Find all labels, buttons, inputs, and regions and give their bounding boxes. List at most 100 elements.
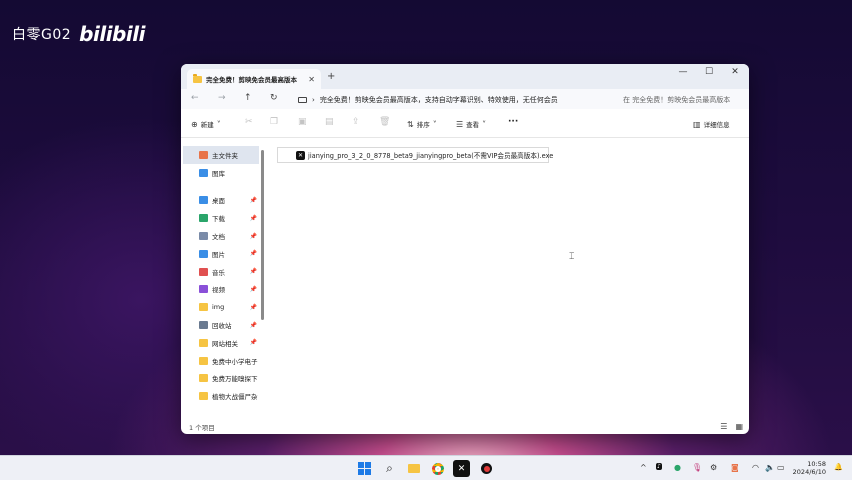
- capcut-taskbar-icon[interactable]: ✕: [453, 460, 470, 477]
- sidebar-item[interactable]: 音乐 📌: [181, 263, 261, 281]
- more-options-button[interactable]: ···: [508, 117, 518, 127]
- pin-icon[interactable]: 📌: [250, 197, 257, 204]
- forward-button[interactable]: →: [218, 93, 226, 103]
- details-pane-icon: ▥: [693, 119, 701, 129]
- navigation-pane: 主文件夹 图库 桌面 📌 下载 📌 文档 📌 图片 📌 音乐 📌 视频 📌 img 📌 回收站 📌 网站相关 📌 免费中…: [181, 144, 261, 420]
- computer-icon: [298, 96, 307, 103]
- chrome-taskbar-icon[interactable]: [429, 460, 446, 477]
- document-icon: [199, 232, 208, 241]
- pin-icon[interactable]: 📌: [250, 304, 257, 311]
- pin-icon[interactable]: 📌: [250, 233, 257, 240]
- sidebar-item[interactable]: 免费万能嗅探下: [181, 370, 261, 388]
- wifi-icon[interactable]: ◠: [752, 463, 759, 472]
- music-icon: [199, 267, 208, 276]
- sidebar-item[interactable]: 植物大战僵尸杂: [181, 387, 261, 405]
- refresh-button[interactable]: ↻: [270, 93, 278, 103]
- pin-icon[interactable]: 📌: [250, 268, 257, 275]
- details-button[interactable]: ▥ 详细信息: [693, 119, 730, 130]
- mouse-cursor-icon: ⌶: [569, 252, 575, 262]
- delete-icon[interactable]: 🗑: [379, 117, 390, 127]
- uploader-name: 白零G02: [12, 27, 72, 43]
- tray-overflow-icon[interactable]: ^: [640, 463, 647, 472]
- download-icon: [199, 214, 208, 223]
- sort-button[interactable]: ⇅ 排序 ˅: [407, 119, 437, 130]
- details-label: 详细信息: [703, 121, 730, 129]
- recorder-taskbar-icon[interactable]: [478, 460, 495, 477]
- scrollbar-thumb[interactable]: [261, 150, 264, 320]
- explorer-tab[interactable]: 完全免费！剪映免会员最高版本 ✕: [187, 69, 321, 89]
- up-button[interactable]: ↑: [244, 93, 252, 103]
- folder-icon: [199, 392, 208, 401]
- view-button[interactable]: ☰ 查看 ˅: [456, 119, 486, 130]
- copy-icon[interactable]: ❐: [270, 117, 278, 127]
- maximize-button[interactable]: ☐: [699, 67, 719, 77]
- notification-bell-icon[interactable]: 🔔: [834, 463, 843, 471]
- new-button[interactable]: ⊕ 新建 ˅: [191, 119, 221, 130]
- new-tab-button[interactable]: +: [327, 71, 335, 82]
- tab-title: 完全免费！剪映免会员最高版本: [206, 76, 297, 84]
- file-explorer-taskbar-icon[interactable]: [405, 460, 422, 477]
- chevron-down-icon: ˅: [432, 119, 437, 129]
- sidebar-item[interactable]: 下载 📌: [181, 209, 261, 227]
- title-bar: 完全免费！剪映免会员最高版本 ✕ + — ☐ ✕: [181, 64, 749, 89]
- file-list: ✕ jianying_pro_3_2_0_8778_beta9_jianying…: [269, 144, 749, 420]
- share-icon[interactable]: ⇪: [352, 117, 360, 127]
- sidebar-item-label: 植物大战僵尸杂: [212, 393, 258, 402]
- rename-icon[interactable]: ▤: [325, 117, 334, 127]
- pin-icon[interactable]: 📌: [250, 286, 257, 293]
- sidebar-item[interactable]: 视频 📌: [181, 281, 261, 299]
- gallery-icon: [199, 168, 208, 177]
- tiktok-tray-icon[interactable]: ♪: [656, 463, 662, 470]
- sidebar-item-label: 回收站: [212, 322, 232, 331]
- cut-icon[interactable]: ✂: [245, 117, 253, 127]
- search-taskbar-icon[interactable]: ⌕: [381, 460, 398, 477]
- folder-icon: [199, 356, 208, 365]
- details-view-icon[interactable]: ☰: [720, 422, 727, 431]
- start-button[interactable]: [356, 460, 373, 477]
- pin-icon[interactable]: 📌: [250, 339, 257, 346]
- sidebar-item[interactable]: 图库: [181, 164, 261, 182]
- plus-circle-icon: ⊕: [191, 119, 198, 129]
- tab-close-icon[interactable]: ✕: [308, 75, 315, 84]
- folder-icon: [199, 374, 208, 383]
- search-box[interactable]: 在 完全免费！剪映免会员最高版本: [617, 92, 745, 107]
- pin-icon[interactable]: 📌: [250, 322, 257, 329]
- sidebar-item[interactable]: 图片 📌: [181, 245, 261, 263]
- tiles-view-icon[interactable]: ▦: [735, 422, 743, 431]
- clock-time: 10:58: [807, 460, 826, 468]
- status-bar: 1 个项目 ☰ ▦: [181, 420, 749, 434]
- new-label: 新建: [200, 121, 214, 129]
- file-item[interactable]: ✕ jianying_pro_3_2_0_8778_beta9_jianying…: [277, 147, 553, 163]
- app-tray-icon[interactable]: ◙: [731, 463, 739, 472]
- view-icon: ☰: [456, 119, 464, 129]
- sidebar-item[interactable]: 文档 📌: [181, 227, 261, 245]
- sidebar-scrollbar[interactable]: [261, 146, 265, 418]
- volume-icon[interactable]: 🔈: [765, 463, 775, 472]
- pin-icon[interactable]: 📌: [250, 250, 257, 257]
- home-icon: [199, 150, 208, 159]
- paste-icon[interactable]: ▣: [298, 117, 307, 127]
- sidebar-item[interactable]: img 📌: [181, 298, 261, 316]
- sidebar-item[interactable]: 网站相关 📌: [181, 334, 261, 352]
- battery-icon[interactable]: ▭: [777, 463, 785, 472]
- close-button[interactable]: ✕: [725, 67, 745, 77]
- sidebar-item-label: 文档: [212, 233, 225, 242]
- settings-tray-icon[interactable]: ⚙: [710, 463, 717, 472]
- breadcrumb-chevron-icon: ›: [312, 95, 315, 104]
- sidebar-item[interactable]: 桌面 📌: [181, 192, 261, 210]
- chevron-down-icon: ˅: [216, 119, 221, 129]
- recycle-bin-icon: [199, 321, 208, 330]
- minimize-button[interactable]: —: [673, 67, 693, 77]
- pin-icon[interactable]: 📌: [250, 215, 257, 222]
- address-bar[interactable]: › 完全免费！剪映免会员最高版本，支持自动字幕识别、特效使用，无任何会员: [298, 92, 594, 107]
- sidebar-item-label: 免费中小学电子: [212, 357, 258, 366]
- system-clock[interactable]: 10:58 2024/6/10: [793, 460, 826, 476]
- sidebar-item[interactable]: 免费中小学电子: [181, 352, 261, 370]
- command-bar: ⊕ 新建 ˅ ✂ ❐ ▣ ▤ ⇪ 🗑 ⇅ 排序 ˅ ☰ 查看 ˅ ··· ▥ 详…: [181, 109, 749, 138]
- back-button[interactable]: ←: [191, 93, 199, 103]
- wechat-tray-icon[interactable]: ●: [674, 463, 681, 472]
- sidebar-item[interactable]: 回收站 📌: [181, 316, 261, 334]
- sidebar-item[interactable]: 主文件夹: [183, 146, 259, 164]
- microphone-tray-icon[interactable]: 🎙: [692, 463, 702, 472]
- sidebar-item-label: 免费万能嗅探下: [212, 375, 258, 384]
